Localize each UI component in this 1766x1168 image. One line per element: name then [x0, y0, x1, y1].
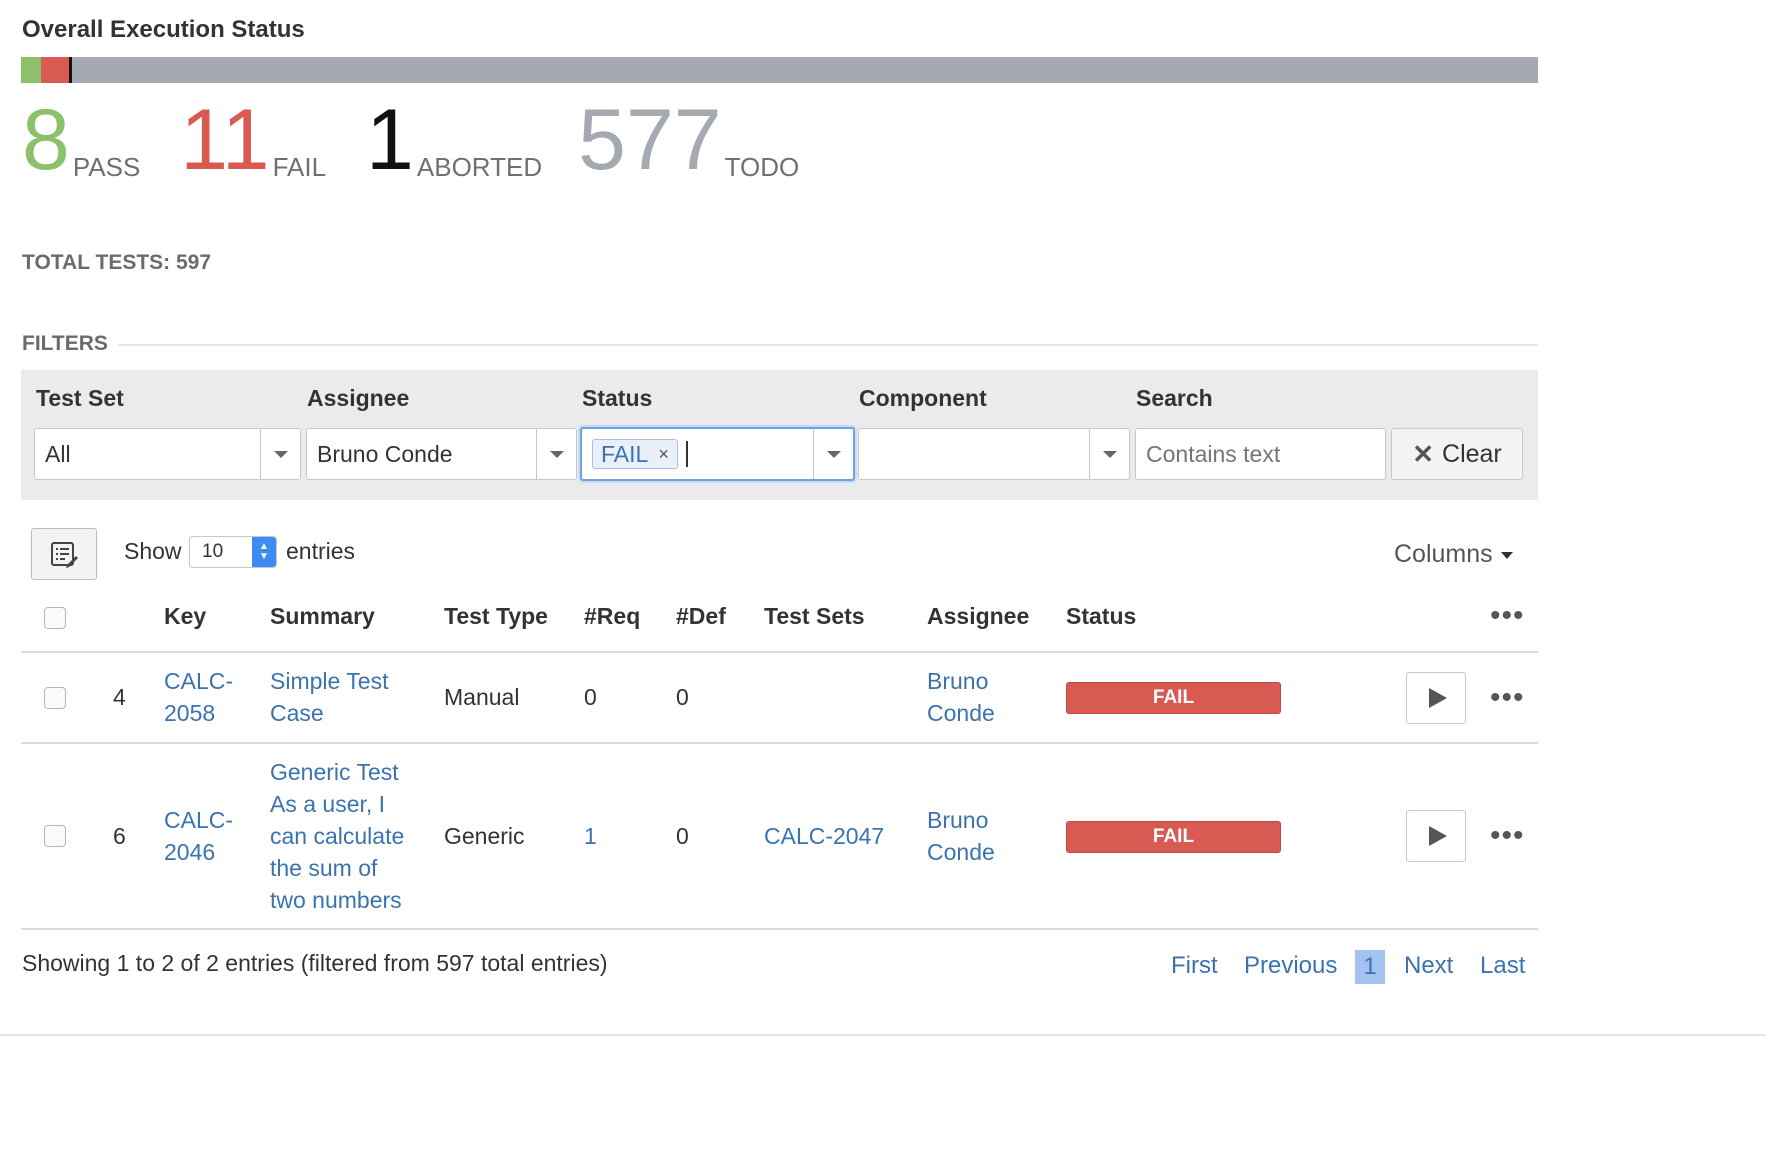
more-icon[interactable]: •••: [1490, 821, 1525, 851]
row-rank: 4: [113, 684, 126, 710]
chevron-down-icon[interactable]: [813, 429, 853, 479]
chevron-down-icon[interactable]: [536, 429, 576, 479]
filter-panel: Test Set Assignee Status Component Searc…: [21, 370, 1538, 500]
list-edit-icon: [51, 542, 78, 568]
column-header-req[interactable]: #Req: [584, 603, 640, 630]
select-all-checkbox[interactable]: [44, 607, 66, 629]
status-label: Status: [582, 385, 653, 411]
header-divider: [21, 651, 1538, 653]
test-key-link[interactable]: CALC- 2046: [164, 804, 233, 868]
column-header-key[interactable]: Key: [164, 603, 206, 630]
search-input[interactable]: [1135, 428, 1386, 480]
assignee-link[interactable]: Bruno Conde: [927, 804, 995, 868]
row-checkbox[interactable]: [44, 825, 66, 847]
status-counts: 8 PASS 11 FAIL 1 ABORTED 577 TODO: [22, 92, 839, 188]
remove-tag-icon[interactable]: ×: [658, 444, 669, 465]
showing-info: Showing 1 to 2 of 2 entries (filtered fr…: [22, 950, 608, 976]
close-icon: ✕: [1412, 438, 1435, 469]
pager-current-page[interactable]: 1: [1355, 950, 1385, 984]
pager-next[interactable]: Next: [1404, 952, 1453, 980]
status-badge: FAIL: [1066, 682, 1281, 714]
pager-previous[interactable]: Previous: [1244, 952, 1337, 980]
status-tag-fail: FAIL ×: [592, 439, 678, 469]
summary-link[interactable]: Simple Test Case: [270, 665, 388, 729]
pager-first[interactable]: First: [1171, 952, 1218, 980]
test-type: Generic: [444, 823, 525, 849]
execution-progress-bar: [21, 57, 1538, 83]
status-badge: FAIL: [1066, 821, 1281, 853]
column-header-summary[interactable]: Summary: [270, 603, 375, 630]
progress-segment-todo: [72, 57, 1538, 83]
fail-count: 11 FAIL: [180, 92, 327, 188]
req-count-link[interactable]: 1: [584, 820, 597, 852]
columns-menu[interactable]: Columns: [1394, 540, 1513, 569]
progress-segment-fail: [41, 57, 69, 83]
pager-last[interactable]: Last: [1480, 952, 1525, 980]
filters-divider: [118, 344, 1538, 346]
assignee-link[interactable]: Bruno Conde: [927, 665, 995, 729]
summary-link[interactable]: Generic Test As a user, I can calculate …: [270, 756, 404, 916]
filters-heading: FILTERS: [22, 332, 108, 355]
total-tests: TOTAL TESTS: 597: [22, 251, 212, 274]
list-edit-button[interactable]: [31, 528, 97, 580]
page-title: Overall Execution Status: [22, 16, 305, 43]
test-set-link[interactable]: CALC-2047: [764, 820, 884, 852]
column-header-test-sets[interactable]: Test Sets: [764, 603, 865, 630]
assignee-select[interactable]: Bruno Conde: [306, 428, 577, 480]
component-select[interactable]: [858, 428, 1130, 480]
row-divider: [21, 742, 1538, 744]
test-set-select[interactable]: All: [34, 428, 301, 480]
table-bottom-divider: [21, 928, 1538, 930]
bottom-divider: [0, 1034, 1766, 1036]
column-header-assignee[interactable]: Assignee: [927, 603, 1029, 630]
test-type: Manual: [444, 684, 520, 710]
test-key-link[interactable]: CALC- 2058: [164, 665, 233, 729]
status-multiselect[interactable]: FAIL ×: [580, 427, 855, 481]
aborted-count: 1 ABORTED: [366, 92, 543, 188]
updown-icon: ▲ ▼: [252, 537, 276, 567]
chevron-down-icon[interactable]: [260, 429, 300, 479]
more-icon[interactable]: •••: [1490, 601, 1525, 631]
text-caret: [685, 441, 688, 467]
def-count: 0: [676, 684, 689, 710]
caret-down-icon: [1500, 551, 1513, 559]
search-label: Search: [1136, 385, 1213, 411]
play-icon: [1429, 688, 1447, 708]
column-header-test-type[interactable]: Test Type: [444, 603, 548, 630]
row-rank: 6: [113, 823, 126, 849]
test-set-label: Test Set: [36, 385, 124, 411]
pass-count: 8 PASS: [22, 92, 141, 188]
run-button[interactable]: [1406, 672, 1466, 724]
column-header-status[interactable]: Status: [1066, 603, 1136, 630]
show-label: Show: [124, 538, 182, 564]
row-checkbox[interactable]: [44, 687, 66, 709]
clear-button[interactable]: ✕ Clear: [1391, 428, 1523, 480]
chevron-down-icon[interactable]: [1089, 429, 1129, 479]
assignee-label: Assignee: [307, 385, 410, 411]
todo-count: 577 TODO: [578, 92, 800, 188]
def-count: 0: [676, 823, 689, 849]
run-button[interactable]: [1406, 810, 1466, 862]
component-label: Component: [859, 385, 987, 411]
entries-label: entries: [286, 538, 356, 564]
page-size-select[interactable]: 10 ▲ ▼: [189, 536, 277, 568]
progress-segment-pass: [21, 57, 41, 83]
req-count: 0: [584, 684, 597, 710]
play-icon: [1429, 826, 1447, 846]
column-header-def[interactable]: #Def: [676, 603, 726, 630]
more-icon[interactable]: •••: [1490, 683, 1525, 713]
